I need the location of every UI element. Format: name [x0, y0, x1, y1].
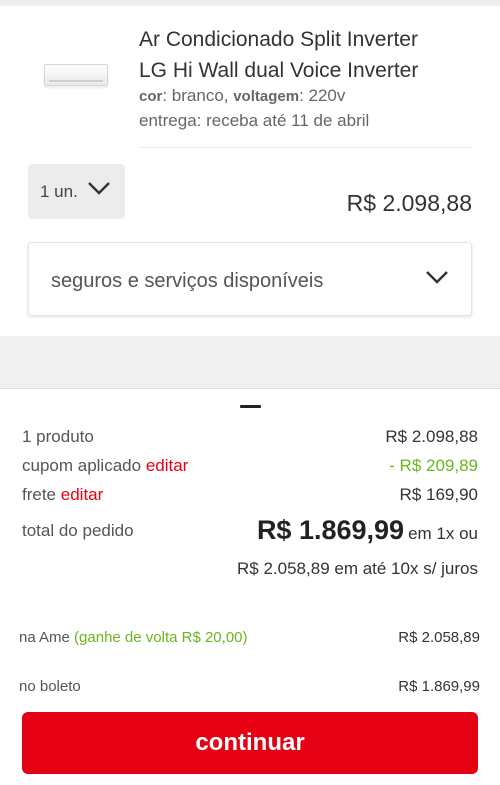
product-price: R$ 2.098,88: [346, 190, 472, 216]
total-line: R$ 1.869,99 em 1x ou: [257, 515, 478, 546]
ame-price: R$ 2.058,89: [398, 629, 480, 646]
products-subtotal: R$ 2.098,88: [385, 427, 478, 446]
divider: [139, 147, 472, 148]
total-suffix: em 1x ou: [408, 524, 478, 543]
ame-cashback: (ganhe de volta R$ 20,00): [74, 629, 248, 646]
ame-label: na Ame: [19, 629, 70, 646]
chevron-down-icon: [426, 271, 448, 284]
delivery-estimate: entrega: receba até 11 de abril: [139, 111, 370, 130]
drag-handle[interactable]: [240, 405, 261, 408]
continue-button[interactable]: continuar: [22, 712, 478, 774]
products-count-label: 1 produto: [22, 427, 94, 446]
color-attr-value: : branco,: [162, 86, 234, 105]
chevron-down-icon: [88, 182, 110, 195]
shipping-row-label: frete editar: [22, 485, 103, 505]
edit-coupon-link[interactable]: editar: [146, 456, 189, 475]
voltage-attr-value: : 220v: [299, 86, 346, 105]
services-label: seguros e serviços disponíveis: [51, 270, 324, 292]
shipping-value: R$ 169,90: [399, 485, 478, 504]
installments-text: R$ 2.058,89 em até 10x s/ juros: [237, 559, 478, 578]
boleto-price: R$ 1.869,99: [398, 678, 480, 695]
order-summary-sheet: 1 produto R$ 2.098,88 cupom aplicado edi…: [0, 388, 500, 785]
total-value: R$ 1.869,99: [256, 515, 405, 545]
voltage-attr-label: voltagem: [233, 88, 300, 105]
services-dropdown[interactable]: seguros e serviços disponíveis: [28, 242, 472, 316]
edit-shipping-link[interactable]: editar: [61, 485, 104, 504]
coupon-discount: - R$ 209,89: [389, 456, 478, 475]
quantity-select[interactable]: 1 un.: [28, 164, 125, 219]
color-attr-label: cor: [139, 88, 163, 105]
quantity-value: 1 un.: [40, 181, 78, 201]
product-name[interactable]: Ar Condicionado Split Inverter LG Hi Wal…: [139, 24, 439, 86]
boleto-label: no boleto: [19, 678, 81, 695]
product-attributes: cor: branco, voltagem: 220v: [139, 86, 345, 106]
product-image[interactable]: [44, 64, 108, 86]
coupon-row-label: cupom aplicado editar: [22, 456, 188, 476]
ame-payment-label: na Ame (ganhe de volta R$ 20,00): [19, 629, 248, 646]
cart-product-card: Ar Condicionado Split Inverter LG Hi Wal…: [0, 6, 500, 336]
shipping-label: frete: [22, 485, 57, 504]
coupon-label: cupom aplicado: [22, 456, 142, 475]
total-label: total do pedido: [22, 521, 134, 540]
